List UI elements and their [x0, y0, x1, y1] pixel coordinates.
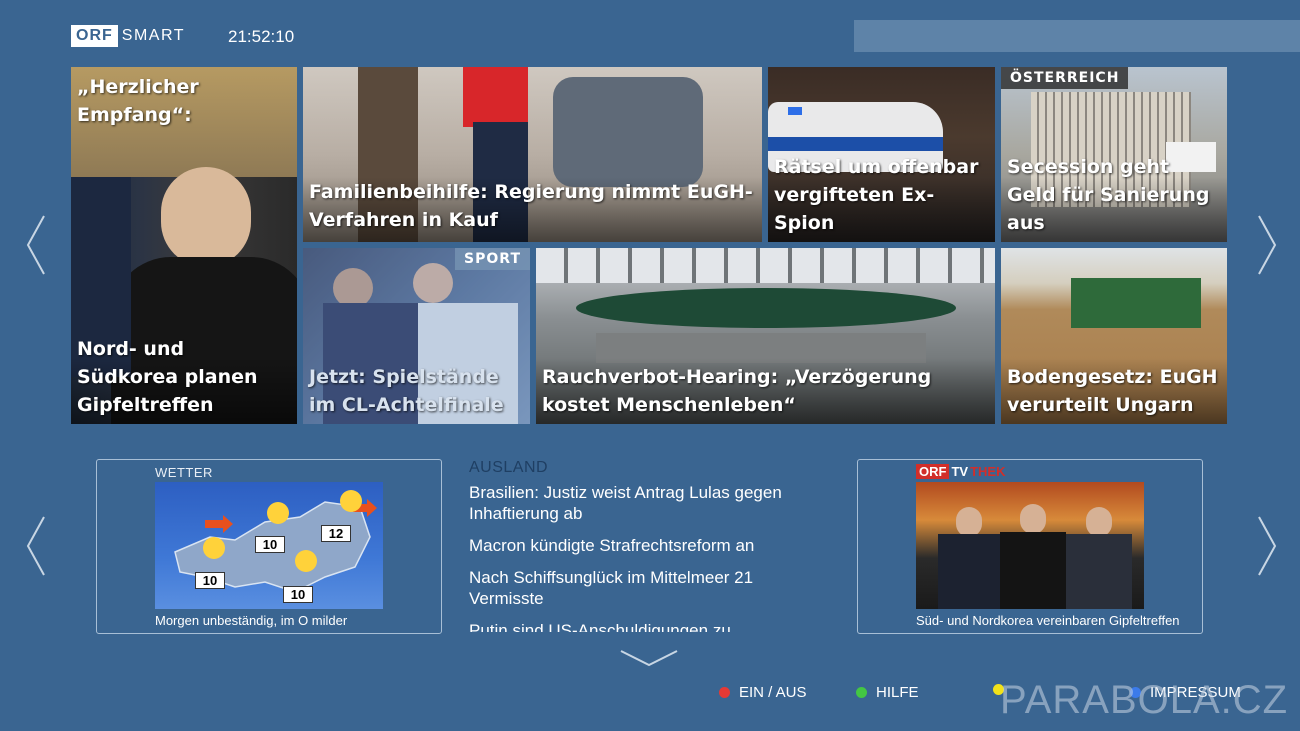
orf-smart-logo: ORF SMART	[71, 25, 185, 47]
tile-caption: Nord- und Südkorea planen Gipfeltreffen	[77, 338, 258, 416]
chevron-right-icon[interactable]	[1245, 210, 1285, 280]
weather-label: WETTER	[155, 465, 213, 480]
news-tile-ex-spion[interactable]: Rätsel um offenbar vergifteten Ex-Spion	[768, 67, 995, 242]
temperature-label: 10	[255, 536, 285, 553]
category-tag: SPORT	[455, 248, 530, 270]
tile-caption: Rauchverbot-Hearing: „Verzögerung kostet…	[542, 366, 932, 416]
sun-icon	[267, 502, 289, 524]
news-tile-familienbeihilfe[interactable]: Familienbeihilfe: Regierung nimmt EuGH-V…	[303, 67, 762, 242]
tile-caption: Bodengesetz: EuGH verurteilt Ungarn	[1007, 366, 1218, 416]
sun-icon	[340, 490, 362, 512]
chevron-down-icon[interactable]	[619, 648, 679, 668]
green-button-legend[interactable]: HILFE	[856, 684, 919, 701]
news-tile-rauchverbot[interactable]: Rauchverbot-Hearing: „Verzögerung kostet…	[536, 248, 995, 424]
chevron-right-icon[interactable]	[1245, 511, 1285, 581]
watermark: PARABOLA.CZ	[1000, 678, 1289, 722]
weather-panel[interactable]: WETTER 12 10 10 10 Morgen unbeständig, i…	[96, 459, 442, 634]
chevron-left-icon[interactable]	[20, 210, 60, 280]
red-dot-icon	[719, 687, 730, 698]
news-list[interactable]: AUSLAND Brasilien: Justiz weist Antrag L…	[469, 459, 829, 632]
weather-caption: Morgen unbeständig, im O milder	[155, 613, 348, 628]
green-dot-icon	[856, 687, 867, 698]
red-button-label: EIN / AUS	[739, 684, 807, 701]
search-bar[interactable]	[854, 20, 1300, 52]
sun-icon	[295, 550, 317, 572]
red-button-legend[interactable]: EIN / AUS	[719, 684, 807, 701]
news-item[interactable]: Putin sind US-Anschuldigungen zu	[469, 620, 829, 632]
tvthek-logo-orf: ORF	[916, 464, 950, 479]
news-item[interactable]: Macron kündigte Strafrechtsreform an	[469, 535, 829, 556]
logo-smart-text: SMART	[121, 27, 185, 44]
news-section-title: AUSLAND	[469, 459, 549, 476]
news-tile-bodengesetz[interactable]: Bodengesetz: EuGH verurteilt Ungarn	[1001, 248, 1227, 424]
news-tile-secession[interactable]: ÖSTERREICH Secession geht Geld für Sanie…	[1001, 67, 1227, 242]
temperature-label: 12	[321, 525, 351, 542]
category-tag: ÖSTERREICH	[1001, 67, 1129, 89]
news-tile-korea[interactable]: „Herzlicher Empfang“: Nord- und Südkorea…	[71, 67, 297, 424]
tile-caption: Familienbeihilfe: Regierung nimmt EuGH-V…	[309, 181, 753, 231]
tile-caption: Secession geht Geld für Sanierung aus	[1007, 156, 1210, 234]
news-tile-sport[interactable]: SPORT Jetzt: Spielstände im CL-Achtelfin…	[303, 248, 530, 424]
tile-top-caption: „Herzlicher Empfang“:	[77, 76, 199, 126]
tvthek-panel[interactable]: ORF TV THEK Süd- und Nordkorea vereinbar…	[857, 459, 1203, 634]
logo-orf-text: ORF	[71, 25, 118, 47]
tile-caption: Rätsel um offenbar vergifteten Ex-Spion	[774, 156, 979, 234]
tvthek-video-thumbnail	[916, 482, 1144, 609]
green-button-label: HILFE	[876, 684, 919, 701]
tvthek-caption: Süd- und Nordkorea vereinbaren Gipfeltre…	[916, 613, 1180, 628]
sun-icon	[203, 537, 225, 559]
news-item[interactable]: Brasilien: Justiz weist Antrag Lulas geg…	[469, 482, 829, 524]
tile-caption: Jetzt: Spielstände im CL-Achtelfinale	[309, 366, 504, 416]
chevron-left-icon[interactable]	[20, 511, 60, 581]
clock: 21:52:10	[228, 27, 295, 46]
temperature-label: 10	[283, 586, 313, 603]
temperature-label: 10	[195, 572, 225, 589]
tvthek-logo-tv: TV	[951, 464, 969, 479]
tvthek-logo-thek: THEK	[970, 464, 1006, 479]
tvthek-logo: ORF TV THEK	[916, 464, 1005, 479]
news-item[interactable]: Nach Schiffsunglück im Mittelmeer 21 Ver…	[469, 567, 829, 609]
weather-map: 12 10 10 10	[155, 482, 383, 609]
